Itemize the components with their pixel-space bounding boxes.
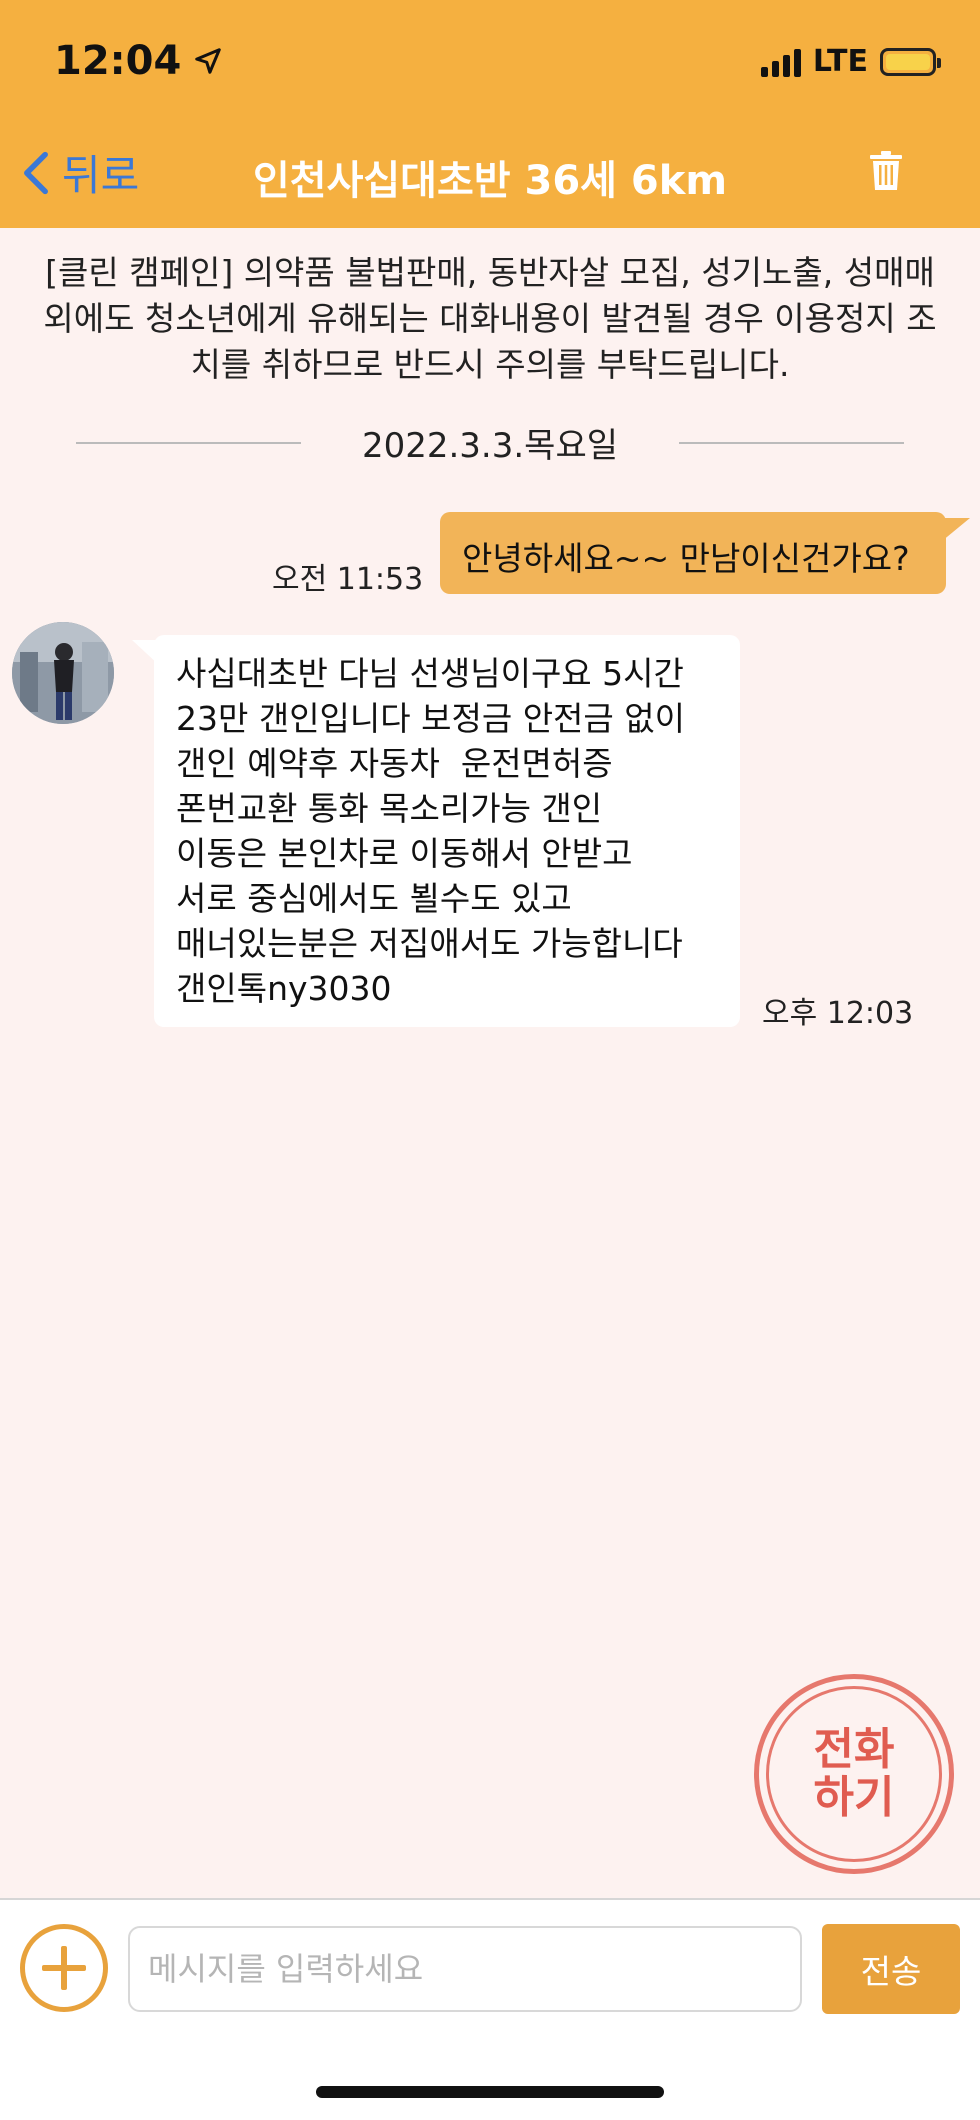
- incoming-message-bubble[interactable]: 사십대초반 다님 선생님이구요 5시간 23만 갠인입니다 보정금 안전금 없이…: [154, 635, 740, 1027]
- outgoing-message-time: 오전 11:53: [272, 562, 424, 597]
- call-button[interactable]: 전화 하기: [754, 1674, 954, 1874]
- battery-icon: [880, 47, 941, 76]
- trash-icon: [870, 151, 902, 190]
- incoming-message-line: 갠인톡ny3030: [176, 969, 392, 1008]
- incoming-message-line: 이동은 본인차로 이동해서 안받고: [176, 834, 633, 873]
- divider-line-left: [76, 441, 301, 444]
- delete-button[interactable]: [868, 150, 904, 196]
- home-indicator: [316, 2086, 664, 2098]
- incoming-message-line: 23만 갠인입니다 보정금 안전금 없이: [176, 699, 685, 738]
- clean-campaign-notice: [클린 캠페인] 의약품 불법판매, 동반자살 모집, 성기노출, 성매매 외에…: [43, 253, 937, 384]
- call-label-line2: 하기: [813, 1772, 895, 1823]
- network-label: LTE: [812, 44, 868, 79]
- status-indicators: LTE: [760, 44, 941, 79]
- avatar-image: [12, 622, 114, 724]
- call-button-inner: 전화 하기: [766, 1686, 942, 1862]
- location-arrow-icon: [195, 48, 222, 74]
- plus-icon: [42, 1946, 86, 1990]
- battery-fill: [886, 53, 930, 70]
- status-time: 12:04: [54, 38, 182, 84]
- incoming-message-line: 폰번교환 통화 목소리가능 갠인: [176, 789, 603, 828]
- status-time-group: 12:04: [54, 38, 223, 84]
- date-divider: 2022.3.3.목요일: [76, 418, 904, 467]
- message-input[interactable]: [128, 1926, 802, 2012]
- call-label-line1: 전화: [813, 1724, 895, 1775]
- send-button[interactable]: 전송: [822, 1924, 960, 2014]
- signal-icon: [760, 47, 801, 77]
- avatar[interactable]: [12, 622, 114, 724]
- incoming-message-line: 갠인 예약후 자동차 운전면허증: [176, 744, 613, 783]
- incoming-message-time: 오후 12:03: [762, 996, 914, 1031]
- header-bar: 12:04 LTE 뒤로 인천사십대초반 36세 6km: [0, 0, 980, 228]
- outgoing-message-bubble[interactable]: 안녕하세요~~ 만남이신건가요?: [440, 512, 946, 594]
- attach-button[interactable]: [20, 1924, 108, 2012]
- date-label: 2022.3.3.목요일: [361, 426, 619, 466]
- incoming-message-line: 서로 중심에서도 뵐수도 있고: [176, 879, 572, 918]
- incoming-message-line: 매너있는분은 저집애서도 가능합니다: [176, 924, 683, 963]
- chat-title: 인천사십대초반 36세 6km: [252, 158, 728, 204]
- divider-line-right: [679, 441, 904, 444]
- incoming-message-line: 사십대초반 다님 선생님이구요 5시간: [176, 654, 684, 693]
